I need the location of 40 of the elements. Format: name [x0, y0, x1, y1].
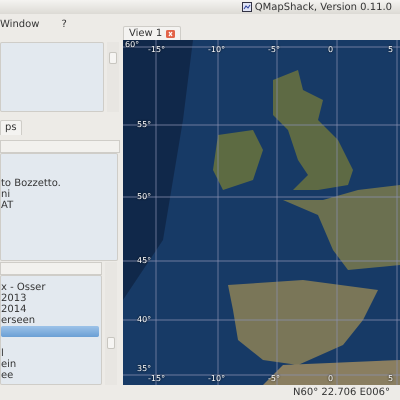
- list-item[interactable]: l: [1, 348, 101, 359]
- list-item[interactable]: erseen: [1, 315, 101, 326]
- scrollbar[interactable]: [107, 42, 119, 112]
- list-item[interactable]: x - Osser: [1, 282, 101, 293]
- grid-label: -15°: [148, 45, 166, 54]
- grid-label: 5: [388, 45, 394, 54]
- list-item[interactable]: [1, 326, 99, 337]
- app-icon: [242, 2, 252, 12]
- menu-item[interactable]: ?: [61, 18, 67, 30]
- window-title: QMapShack, Version 0.11.0: [254, 2, 392, 12]
- panel-tab[interactable]: ps: [0, 120, 22, 135]
- grid-label: 40°: [137, 315, 152, 324]
- grid-label: 45°: [137, 256, 152, 265]
- grid-label: 0: [328, 374, 334, 383]
- grid-label: 5: [388, 374, 394, 383]
- scrollbar-thumb[interactable]: [107, 337, 115, 349]
- list-item[interactable]: to Bozzetto.: [1, 178, 117, 189]
- scrollbar[interactable]: [105, 262, 117, 385]
- coordinates-readout: N60° 22.706 E006°: [293, 387, 390, 398]
- grid-label: 50°: [137, 192, 152, 201]
- grid-label: -5°: [268, 374, 280, 383]
- close-icon[interactable]: [166, 30, 176, 38]
- grid-label: 35°: [137, 364, 152, 373]
- grid-label: 0: [328, 45, 334, 54]
- grid-label: -10°: [208, 374, 226, 383]
- list-item[interactable]: ni: [1, 189, 117, 200]
- scrollbar-thumb[interactable]: [109, 52, 117, 64]
- list-item[interactable]: AT: [1, 200, 117, 211]
- list-item[interactable]: ein: [1, 359, 101, 370]
- menu-item[interactable]: Window: [0, 18, 40, 30]
- view-tab[interactable]: View 1: [123, 26, 182, 40]
- list-item[interactable]: 2013: [1, 293, 101, 304]
- map-view[interactable]: -15° -10° -5° 0 5 -15° -10° -5° 0 5 60° 55° 50° 45° 40° 35°: [123, 40, 400, 385]
- grid-label: -10°: [208, 45, 226, 54]
- list-item[interactable]: ee: [1, 370, 101, 381]
- grid-label: 55°: [137, 120, 152, 129]
- grid-label: -15°: [148, 374, 166, 383]
- list-item[interactable]: 2014: [1, 304, 101, 315]
- grid-label: 60°: [125, 40, 140, 49]
- grid-label: -5°: [268, 45, 280, 54]
